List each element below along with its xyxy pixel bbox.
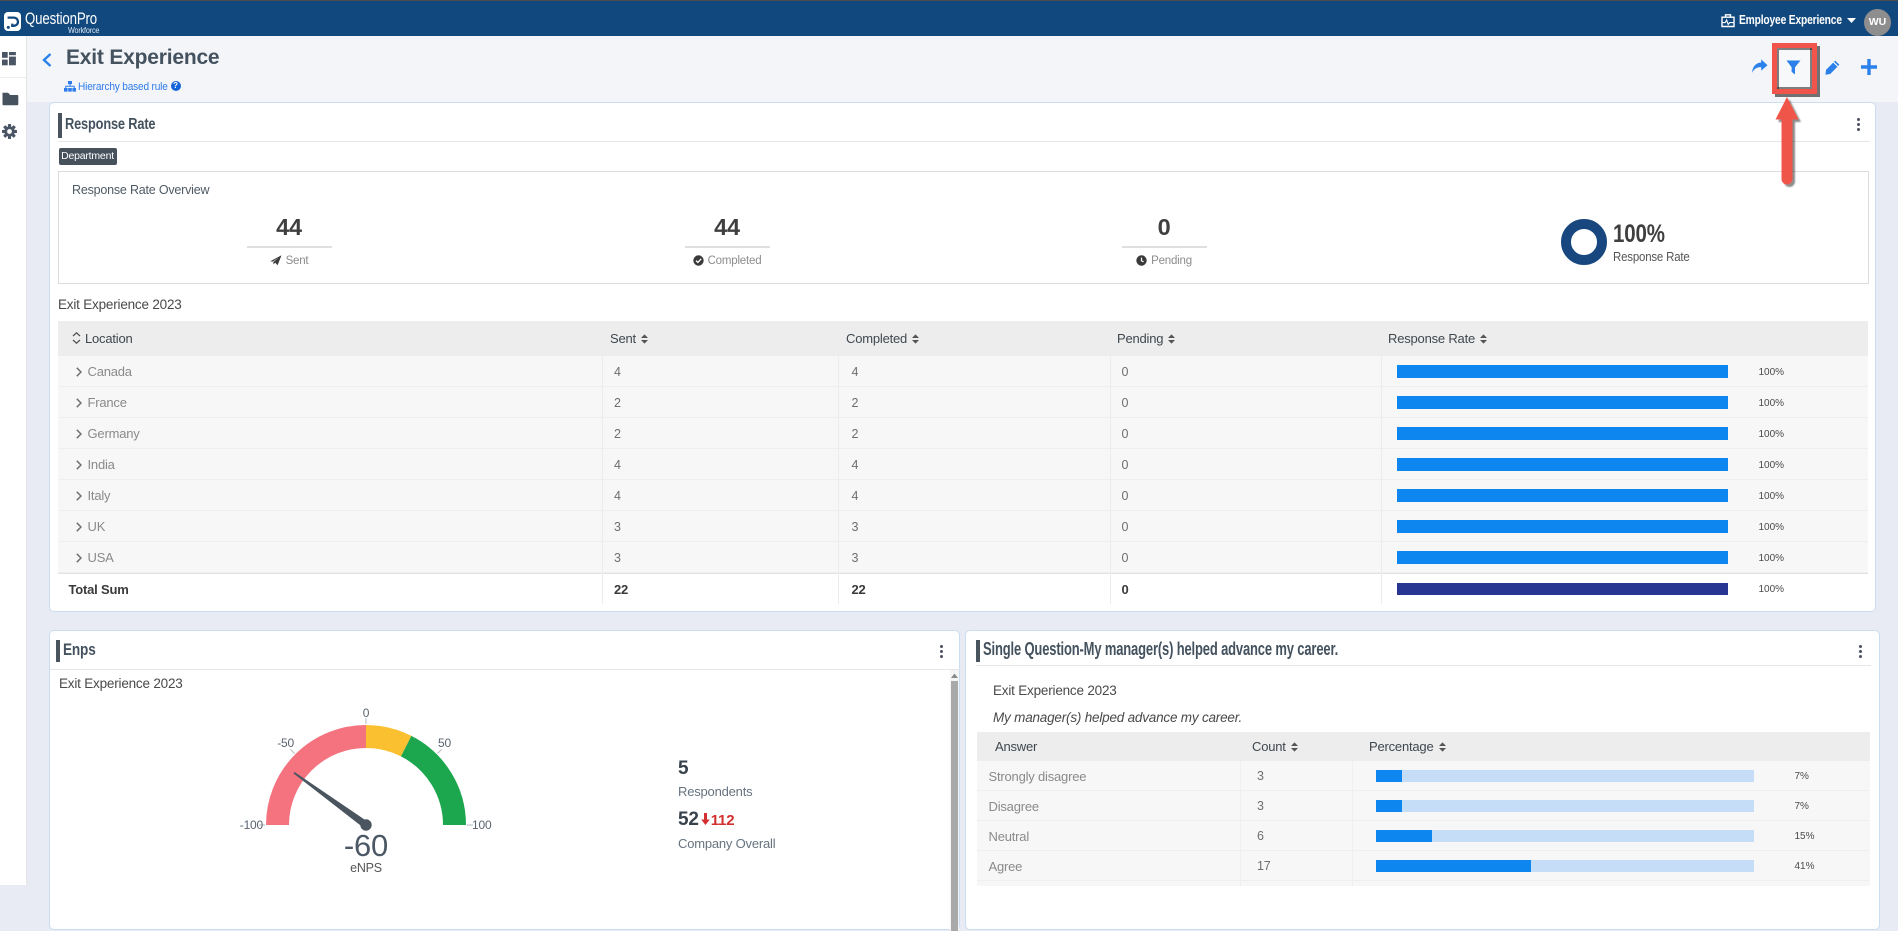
svg-text:0: 0	[363, 706, 370, 720]
svg-text:100: 100	[472, 818, 492, 832]
svg-text:-100: -100	[240, 818, 264, 832]
svg-text:eNPS: eNPS	[350, 861, 382, 875]
svg-text:-60: -60	[344, 828, 388, 863]
svg-text:-50: -50	[277, 736, 294, 750]
svg-text:50: 50	[438, 736, 451, 750]
